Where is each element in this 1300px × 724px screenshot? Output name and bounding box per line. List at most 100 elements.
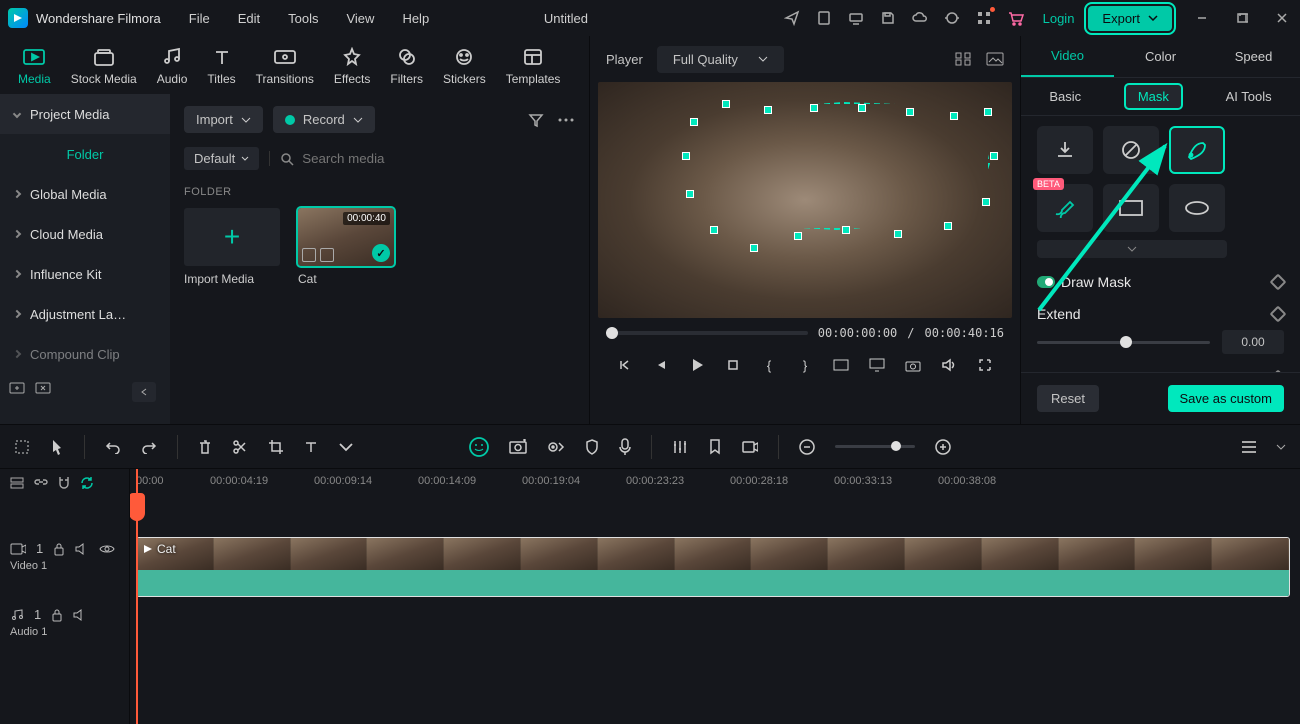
ai-face-icon[interactable]	[469, 437, 489, 457]
audio-track-header[interactable]: 1 Audio 1	[0, 601, 129, 645]
mask-rectangle[interactable]	[1103, 184, 1159, 232]
timeline-clip-cat[interactable]: Cat	[136, 537, 1290, 597]
time-ruler[interactable]: 00:00 00:00:04:19 00:00:09:14 00:00:14:0…	[130, 469, 1300, 497]
sidebar-folder[interactable]: Folder	[0, 134, 170, 174]
sidebar-global-media[interactable]: Global Media	[0, 174, 170, 214]
video-track-header[interactable]: 1 Video 1	[0, 535, 129, 601]
ratio-icon[interactable]	[832, 356, 850, 374]
player-viewport[interactable]	[598, 82, 1012, 318]
motion-track-icon[interactable]	[547, 439, 565, 455]
list-icon[interactable]	[1242, 441, 1256, 453]
extend-slider[interactable]	[1037, 341, 1210, 344]
tab-color[interactable]: Color	[1114, 36, 1207, 77]
save-custom-button[interactable]: Save as custom	[1168, 385, 1285, 412]
window-close[interactable]	[1272, 8, 1292, 28]
apps-icon[interactable]	[975, 9, 993, 27]
sidebar-compound-clip[interactable]: Compound Clip	[0, 334, 170, 374]
sidebar-collapse[interactable]	[132, 382, 156, 402]
mark-in-icon[interactable]: {	[760, 356, 778, 374]
crop-icon[interactable]	[268, 439, 284, 455]
search-input[interactable]	[302, 151, 575, 166]
more-icon[interactable]	[557, 111, 575, 129]
redo-icon[interactable]	[141, 440, 157, 454]
visibility-icon[interactable]	[99, 543, 115, 555]
window-minimize[interactable]	[1192, 8, 1212, 28]
prev-frame-icon[interactable]	[616, 356, 634, 374]
subtab-ai-tools[interactable]: AI Tools	[1214, 85, 1284, 108]
sidebar-influence-kit[interactable]: Influence Kit	[0, 254, 170, 294]
tab-audio[interactable]: Audio	[157, 46, 188, 94]
tab-stock-media[interactable]: Stock Media	[71, 46, 137, 94]
lock-icon[interactable]	[51, 608, 63, 622]
zoom-in-icon[interactable]	[935, 439, 951, 455]
keyframe-icon[interactable]	[1270, 306, 1287, 323]
new-bin-icon[interactable]	[34, 378, 52, 396]
sync-icon[interactable]	[80, 476, 94, 490]
cursor-tool-icon[interactable]	[50, 439, 64, 455]
quality-dropdown[interactable]: Full Quality	[657, 46, 784, 73]
export-button[interactable]: Export	[1088, 6, 1172, 31]
subtab-mask[interactable]: Mask	[1126, 85, 1181, 108]
mute-icon[interactable]	[75, 543, 89, 555]
tab-transitions[interactable]: Transitions	[256, 46, 314, 94]
snapshot-view-icon[interactable]	[986, 50, 1004, 68]
mask-brush[interactable]: BETA	[1037, 184, 1093, 232]
shield-icon[interactable]	[585, 439, 599, 455]
camera-icon[interactable]	[904, 356, 922, 374]
filter-icon[interactable]	[527, 111, 545, 129]
support-icon[interactable]	[943, 9, 961, 27]
send-icon[interactable]	[783, 9, 801, 27]
cart-icon[interactable]	[1007, 9, 1025, 27]
tab-effects[interactable]: Effects	[334, 46, 370, 94]
import-media-tile[interactable]: + Import Media	[184, 208, 280, 286]
link-icon[interactable]	[34, 478, 48, 488]
device-icon[interactable]	[815, 9, 833, 27]
tab-video[interactable]: Video	[1021, 36, 1114, 77]
toggle-on-icon[interactable]	[1037, 276, 1055, 288]
playback-scrubber[interactable]	[606, 331, 808, 335]
magnet-icon[interactable]	[58, 476, 70, 490]
settings-icon[interactable]	[1276, 444, 1286, 450]
login-link[interactable]: Login	[1043, 11, 1075, 26]
tab-speed[interactable]: Speed	[1207, 36, 1300, 77]
zoom-slider[interactable]	[835, 445, 915, 448]
mask-pen[interactable]	[1169, 126, 1225, 174]
playhead[interactable]	[136, 469, 138, 724]
mask-ellipse[interactable]	[1169, 184, 1225, 232]
extend-value[interactable]: 0.00	[1222, 330, 1284, 354]
menu-file[interactable]: File	[189, 11, 210, 26]
tab-filters[interactable]: Filters	[390, 46, 423, 94]
record-button[interactable]: Record	[273, 106, 375, 133]
save-icon[interactable]	[879, 9, 897, 27]
tab-media[interactable]: Media	[18, 46, 51, 94]
record-tl-icon[interactable]	[742, 440, 758, 454]
select-tool-icon[interactable]	[14, 439, 30, 455]
mask-expand[interactable]	[1037, 240, 1227, 258]
display-icon[interactable]	[868, 356, 886, 374]
new-folder-icon[interactable]	[8, 378, 26, 396]
sort-dropdown[interactable]: Default	[184, 147, 259, 170]
lock-icon[interactable]	[53, 542, 65, 556]
menu-tools[interactable]: Tools	[288, 11, 318, 26]
reset-button[interactable]: Reset	[1037, 385, 1099, 412]
step-back-icon[interactable]	[652, 356, 670, 374]
sidebar-adjustment-layer[interactable]: Adjustment La…	[0, 294, 170, 334]
camera-plus-icon[interactable]	[509, 439, 527, 454]
cloud-icon[interactable]	[911, 9, 929, 27]
mic-icon[interactable]	[619, 438, 631, 456]
audio-mixer-icon[interactable]	[672, 439, 688, 455]
import-button[interactable]: Import	[184, 106, 263, 133]
tab-titles[interactable]: Titles	[207, 46, 235, 94]
screen-icon[interactable]	[847, 9, 865, 27]
sidebar-project-media[interactable]: Project Media	[0, 94, 170, 134]
tab-stickers[interactable]: Stickers	[443, 46, 486, 94]
fullscreen-icon[interactable]	[976, 356, 994, 374]
mask-none[interactable]	[1103, 126, 1159, 174]
zoom-out-icon[interactable]	[799, 439, 815, 455]
more-tools-icon[interactable]	[338, 442, 354, 452]
grid-view-icon[interactable]	[954, 50, 972, 68]
stop-icon[interactable]	[724, 356, 742, 374]
delete-icon[interactable]	[198, 439, 212, 455]
keyframe-icon[interactable]	[1270, 370, 1287, 372]
text-icon[interactable]	[304, 440, 318, 454]
